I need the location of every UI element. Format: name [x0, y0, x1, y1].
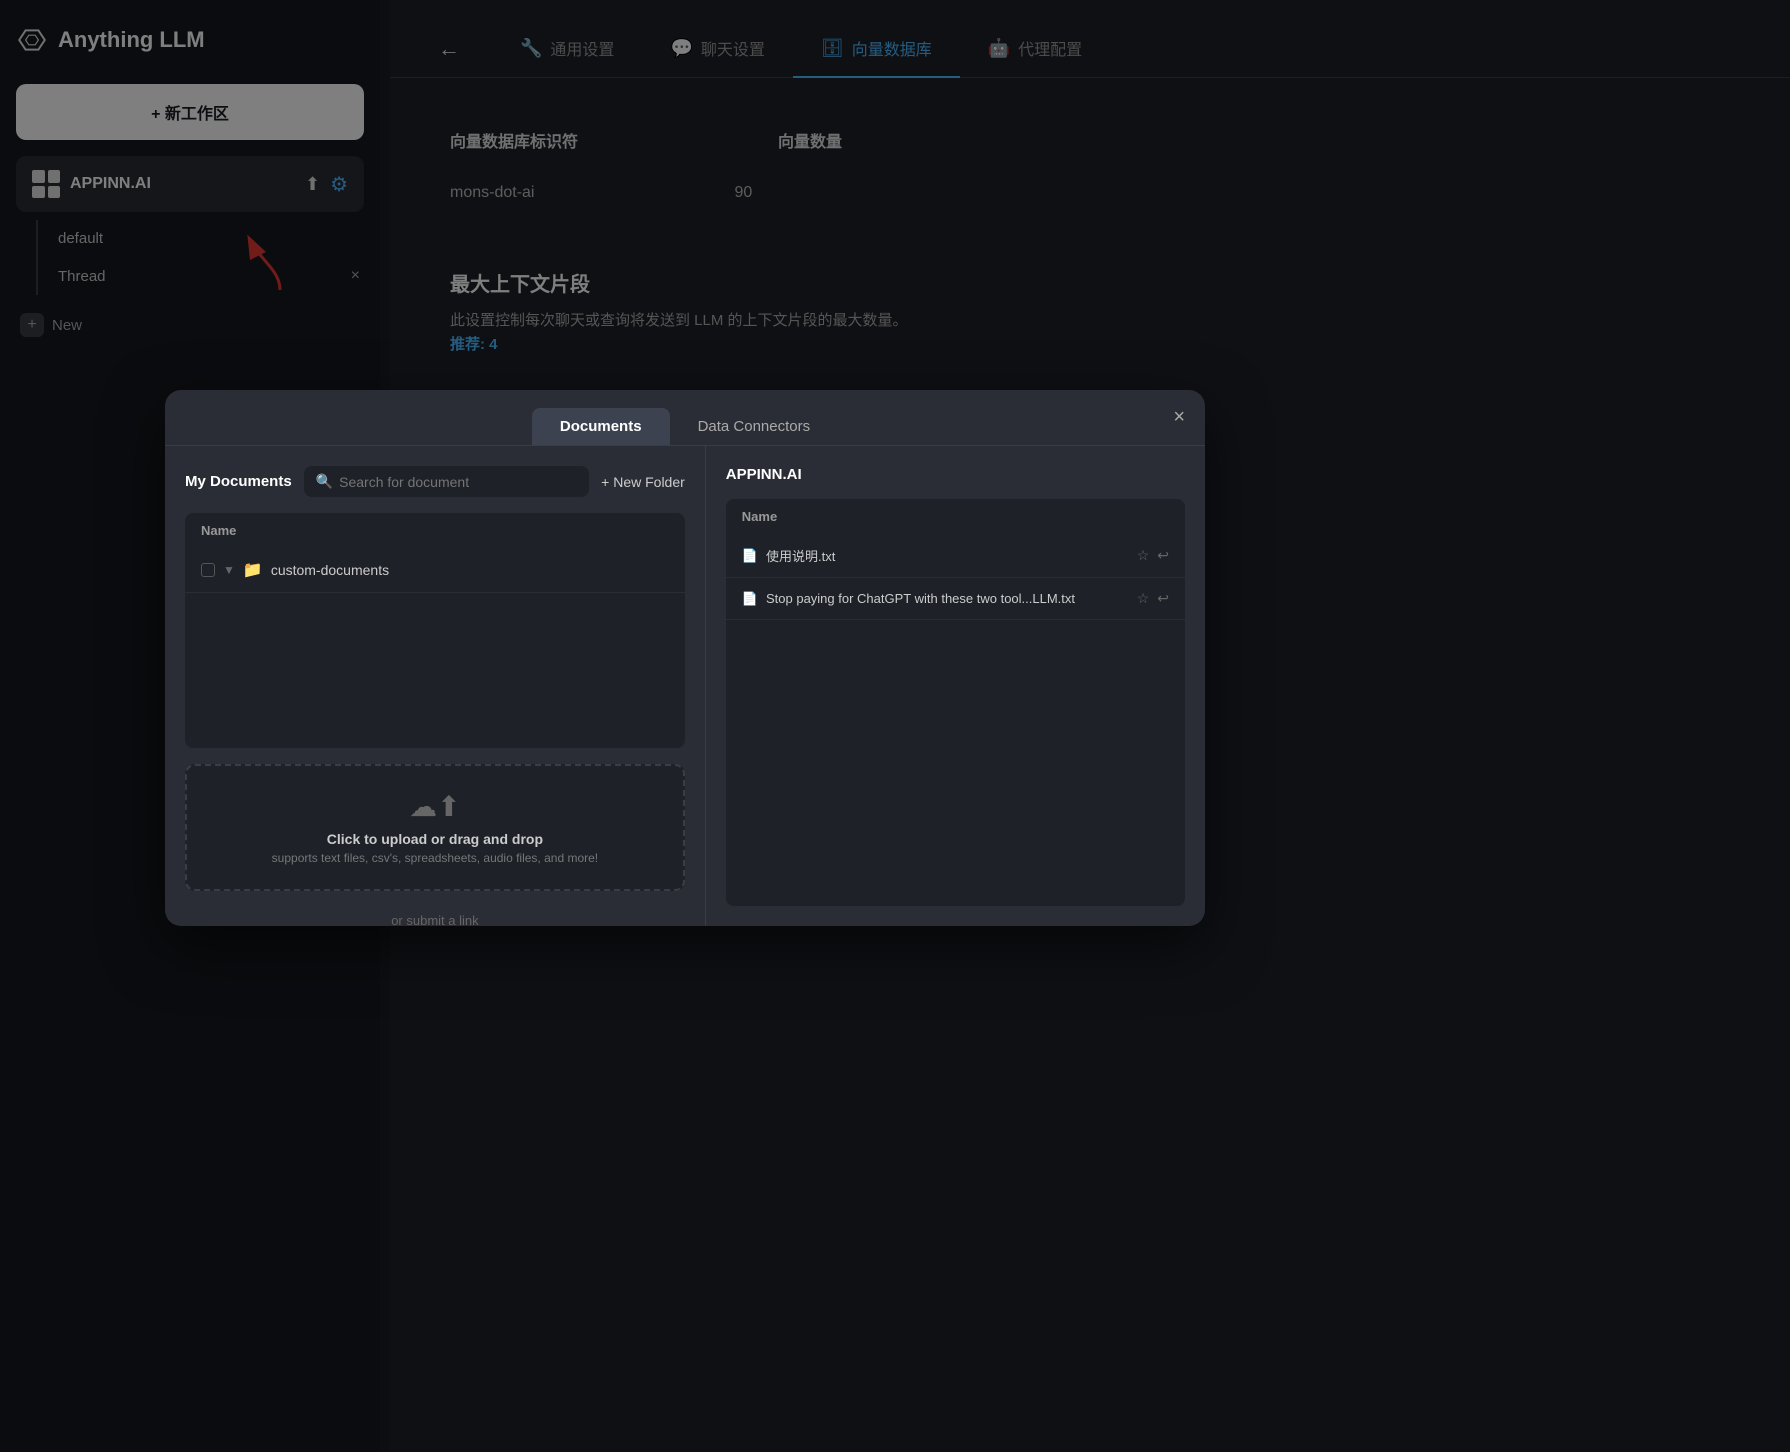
remove-button-1[interactable]: ↩	[1157, 547, 1169, 564]
or-divider: or submit a link	[185, 913, 685, 926]
workspace-files: Name 📄 使用说明.txt ☆ ↩ 📄	[726, 499, 1185, 906]
folder-row[interactable]: ▼ 📁 custom-documents	[185, 548, 685, 593]
search-input[interactable]	[339, 474, 577, 490]
file-row-1[interactable]: 📄 使用说明.txt ☆ ↩	[726, 534, 1185, 578]
file-row-2[interactable]: 📄 Stop paying for ChatGPT with these two…	[726, 578, 1185, 620]
my-documents-label: My Documents	[185, 473, 292, 490]
file-actions-2: ☆ ↩	[1137, 590, 1169, 607]
upload-sub-text: supports text files, csv's, spreadsheets…	[211, 851, 659, 865]
modal-close-button[interactable]: ×	[1173, 406, 1185, 429]
folder-checkbox[interactable]	[201, 563, 215, 577]
search-box[interactable]: 🔍	[304, 466, 589, 497]
docs-toolbar: My Documents 🔍 + New Folder	[185, 466, 685, 497]
file-icon-1: 📄	[742, 548, 758, 564]
chevron-icon: ▼	[223, 563, 235, 577]
folder-name: custom-documents	[271, 562, 389, 578]
modal-tabs: Documents Data Connectors ×	[165, 390, 1205, 446]
search-icon: 🔍	[316, 473, 333, 490]
pin-button-1[interactable]: ☆	[1137, 547, 1150, 564]
folder-icon: 📁	[243, 560, 263, 580]
new-folder-button[interactable]: + New Folder	[601, 474, 685, 490]
modal-body: My Documents 🔍 + New Folder Name ▼ 📁 cus…	[165, 446, 1205, 926]
file-actions-1: ☆ ↩	[1137, 547, 1169, 564]
file-list-body: ▼ 📁 custom-documents	[185, 548, 685, 748]
upload-area[interactable]: ☁⬆ Click to upload or drag and drop supp…	[185, 764, 685, 891]
workspace-files-body: 📄 使用说明.txt ☆ ↩ 📄 Stop paying for ChatGPT…	[726, 534, 1185, 906]
workspace-files-header: Name	[726, 499, 1185, 534]
documents-modal: Documents Data Connectors × My Documents…	[165, 390, 1205, 926]
docs-left-panel: My Documents 🔍 + New Folder Name ▼ 📁 cus…	[165, 446, 706, 926]
file-name-1: 使用说明.txt	[766, 546, 835, 565]
file-list-header: Name	[185, 513, 685, 548]
tab-documents[interactable]: Documents	[532, 408, 670, 445]
tab-connectors[interactable]: Data Connectors	[670, 408, 839, 445]
file-list: Name ▼ 📁 custom-documents	[185, 513, 685, 748]
pin-button-2[interactable]: ☆	[1137, 590, 1150, 607]
file-name-2: Stop paying for ChatGPT with these two t…	[766, 591, 1075, 606]
remove-button-2[interactable]: ↩	[1157, 590, 1169, 607]
file-icon-2: 📄	[742, 591, 758, 607]
file-left-1: 📄 使用说明.txt	[742, 546, 836, 565]
upload-icon: ☁⬆	[211, 790, 659, 823]
docs-right-panel: APPINN.AI Name 📄 使用说明.txt ☆ ↩	[706, 446, 1205, 926]
file-left-2: 📄 Stop paying for ChatGPT with these two…	[742, 591, 1075, 607]
upload-main-text: Click to upload or drag and drop	[211, 831, 659, 847]
workspace-label: APPINN.AI	[726, 466, 1185, 483]
